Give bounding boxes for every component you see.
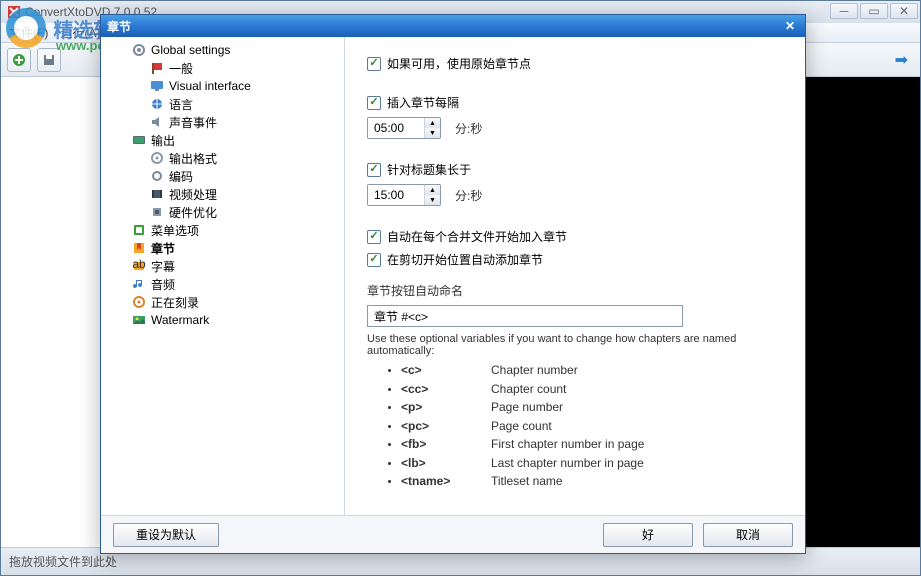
maximize-button[interactable]: ▭ [860,3,888,19]
menu-icon [131,222,147,238]
insert-every-input[interactable] [368,118,424,138]
tree-output[interactable]: 输出 [101,131,344,149]
spin-down-icon[interactable]: ▼ [425,128,440,138]
tree-chapters[interactable]: 章节 [101,239,344,257]
row-titleset-spinner: ▲▼ 分:秒 [367,184,783,206]
dialog-close-button[interactable]: ✕ [781,18,799,34]
row-titleset: 针对标题集长于 [367,161,783,178]
auto-merge-label: 自动在每个合并文件开始加入章节 [387,228,567,245]
auto-merge-checkbox[interactable] [367,230,381,244]
burn-icon [131,294,147,310]
autoname-input[interactable] [367,305,683,327]
row-use-original: 如果可用，使用原始章节点 [367,55,783,72]
tree-encoding[interactable]: 编码 [101,167,344,185]
dialog-title: 章节 [107,18,131,35]
tree-audio[interactable]: 音频 [101,275,344,293]
variable-item: <c>Chapter number [401,361,783,380]
tree-subtitle[interactable]: ab 字幕 [101,257,344,275]
forward-icon[interactable]: ➡ [895,50,908,70]
reset-defaults-button[interactable]: 重设为默认 [113,523,219,547]
add-button[interactable] [7,48,31,72]
insert-every-label: 插入章节每隔 [387,94,459,111]
titleset-label: 针对标题集长于 [387,161,471,178]
variable-item: <pc>Page count [401,417,783,436]
variable-list: <c>Chapter number<cc>Chapter count<p>Pag… [401,361,783,491]
row-auto-merge: 自动在每个合并文件开始加入章节 [367,228,783,245]
row-auto-cut: 在剪切开始位置自动添加章节 [367,251,783,268]
use-original-label: 如果可用，使用原始章节点 [387,55,531,72]
cancel-button[interactable]: 取消 [703,523,793,547]
auto-cut-checkbox[interactable] [367,253,381,267]
row-insert-every: 插入章节每隔 [367,94,783,111]
tree-sound-events[interactable]: 声音事件 [101,113,344,131]
titleset-unit: 分:秒 [455,187,482,204]
spin-up-icon[interactable]: ▲ [425,185,440,195]
preview-area [806,77,920,547]
tree-menu-options[interactable]: 菜单选项 [101,221,344,239]
status-text: 拖放视频文件到此处 [9,553,117,570]
tree-visual-interface[interactable]: Visual interface [101,77,344,95]
insert-unit: 分:秒 [455,120,482,137]
tv-icon [131,132,147,148]
bookmark-icon [131,240,147,256]
tree-burning[interactable]: 正在刻录 [101,293,344,311]
variable-item: <tname>Titleset name [401,472,783,491]
autoname-hint: Use these optional variables if you want… [367,333,783,357]
ok-button[interactable]: 好 [603,523,693,547]
spin-down-icon[interactable]: ▼ [425,195,440,205]
globe-icon [149,96,165,112]
settings-tree[interactable]: Global settings 一般 Visual interface 语言 声… [101,37,345,515]
spin-up-icon[interactable]: ▲ [425,118,440,128]
tree-video-processing[interactable]: 视频处理 [101,185,344,203]
row-insert-spinner: ▲▼ 分:秒 [367,117,783,139]
chip-icon [149,204,165,220]
autoname-label: 章节按钮自动命名 [367,282,783,299]
tree-output-format[interactable]: 输出格式 [101,149,344,167]
speaker-icon [149,114,165,130]
titleset-spinner[interactable]: ▲▼ [367,184,441,206]
close-button[interactable]: ✕ [890,3,918,19]
variable-item: <lb>Last chapter number in page [401,454,783,473]
insert-every-checkbox[interactable] [367,96,381,110]
insert-every-spinner[interactable]: ▲▼ [367,117,441,139]
tree-hardware[interactable]: 硬件优化 [101,203,344,221]
minimize-button[interactable]: ─ [830,3,858,19]
use-original-checkbox[interactable] [367,57,381,71]
settings-dialog: 章节 ✕ Global settings 一般 Visual interface… [100,14,806,554]
svg-text:ab: ab [132,259,146,271]
variable-item: <p>Page number [401,398,783,417]
note-icon [131,276,147,292]
auto-cut-label: 在剪切开始位置自动添加章节 [387,251,543,268]
dialog-footer: 重设为默认 好 取消 [101,515,805,553]
titleset-input[interactable] [368,185,424,205]
chapters-pane: 如果可用，使用原始章节点 插入章节每隔 ▲▼ 分:秒 针对标题集长于 [345,37,805,515]
titleset-checkbox[interactable] [367,163,381,177]
film-icon [149,186,165,202]
watermark-logo [6,8,46,48]
text-icon: ab [131,258,147,274]
dialog-titlebar: 章节 ✕ [101,15,805,37]
monitor-icon [149,78,165,94]
window-buttons: ─ ▭ ✕ [830,3,918,19]
tree-general[interactable]: 一般 [101,59,344,77]
gear-icon [131,42,147,58]
variable-item: <cc>Chapter count [401,380,783,399]
variable-item: <fb>First chapter number in page [401,435,783,454]
image-icon [131,312,147,328]
tree-global-settings[interactable]: Global settings [101,41,344,59]
tree-watermark[interactable]: Watermark [101,311,344,329]
flag-icon [149,60,165,76]
cog-icon [149,168,165,184]
disc-icon [149,150,165,166]
tree-language[interactable]: 语言 [101,95,344,113]
